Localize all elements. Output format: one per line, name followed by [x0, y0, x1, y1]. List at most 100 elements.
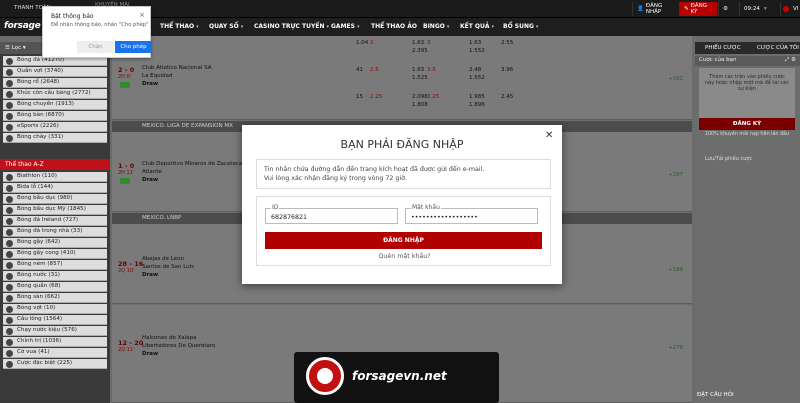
sidebar-item-sport[interactable]: Bóng sàn (662) [3, 293, 107, 303]
sidebar-az-header[interactable]: Thể thao A-Z [0, 159, 110, 170]
odd-cell[interactable]: 15 [356, 94, 363, 100]
odd-cell[interactable]: 2.096 [412, 94, 428, 100]
odd-cell[interactable]: 2.48 [469, 67, 481, 73]
odd-cell[interactable]: 2.45 [501, 94, 513, 100]
team-home[interactable]: Club Atletico Nacional SA [142, 65, 212, 71]
sidebar-item-sport[interactable]: Bóng đá trong nhà (33) [3, 227, 107, 237]
id-field[interactable]: ID [265, 204, 398, 224]
sidebar-item-sport[interactable]: Bóng quần (68) [3, 282, 107, 292]
odd-cell[interactable]: 2 [370, 40, 374, 46]
odd-cell[interactable]: 3 [427, 40, 431, 46]
forgot-password-link[interactable]: Quên mật khẩu? [257, 253, 552, 260]
nav-bingo[interactable]: BINGO ▾ [423, 23, 449, 30]
odd-cell[interactable]: 3.96 [501, 67, 513, 73]
login-submit-button[interactable]: ĐĂNG NHẬP [265, 232, 542, 249]
team-home[interactable]: Halcones de Xalapa [142, 335, 196, 341]
sidebar-item-sport[interactable]: Khúc côn cầu băng (2772) [3, 89, 107, 99]
language-selector[interactable]: VI [780, 2, 800, 16]
stats-icon[interactable] [120, 82, 130, 88]
sidebar-item-sport[interactable]: Bóng bầu dục (980) [3, 194, 107, 204]
chevron-down-icon: ▾ [356, 24, 360, 30]
nav-lottery[interactable]: QUAY SỐ ▾ [209, 23, 243, 30]
bonus-text[interactable]: 100% khuyến mãi nạp tiền lần đầu [699, 132, 795, 137]
odd-cell[interactable]: 2.25 [370, 94, 382, 100]
sidebar-item-sport[interactable]: Quần vợt (3740) [3, 67, 107, 77]
odd-cell[interactable]: 3.5 [427, 67, 436, 73]
football-icon [306, 357, 344, 395]
sidebar-item-sport[interactable]: Chính trị (1036) [3, 337, 107, 347]
odd-cell[interactable]: 41 [356, 67, 363, 73]
sidebar-item-sport[interactable]: Cờ vua (41) [3, 348, 107, 358]
odd-cell[interactable]: 2.395 [412, 48, 428, 54]
sidebar-item-sport[interactable]: Bóng gậy cong (410) [3, 249, 107, 259]
match-score: 1 - 0 [118, 162, 135, 170]
odd-cell[interactable]: 2.55 [501, 40, 513, 46]
stats-icon[interactable] [120, 178, 130, 184]
sidebar-item-sport[interactable]: Bóng chày (331) [3, 133, 107, 143]
match-row[interactable]: 1.04 2 1.63 2.395 3 1.63 1.552 2.55 2 - … [112, 36, 692, 120]
team-away[interactable]: La Equidad [142, 73, 173, 79]
odd-cell[interactable]: 1.63 [469, 40, 481, 46]
sidebar-item-sport[interactable]: Bida lỗ (144) [3, 183, 107, 193]
login-button[interactable]: 👤 ĐĂNG NHẬP [632, 2, 678, 16]
sidebar-item-sport[interactable]: Bóng rổ (2648) [3, 78, 107, 88]
nav-more[interactable]: BỔ SUNG ▾ [503, 23, 538, 30]
nav-casino[interactable]: CASINO TRỰC TUYẾN ▾ [254, 23, 329, 30]
team-home[interactable]: Club Deportivo Mineros de Zacatecas [142, 161, 245, 167]
save-load-betslip[interactable]: Lưu/Tải phiếu cược [705, 156, 752, 162]
sidebar-item-sport[interactable]: Bóng bàn (6870) [3, 111, 107, 121]
odd-cell[interactable]: 1.63 [412, 67, 424, 73]
sidebar-item-sport[interactable]: Bóng bầu dục Mỹ (1845) [3, 205, 107, 215]
tab-betslip[interactable]: PHIẾU CƯỢC [705, 45, 741, 51]
sidebar-item-sport[interactable]: eSports (2226) [3, 122, 107, 132]
odd-cell[interactable]: 3.25 [427, 94, 439, 100]
odd-cell[interactable]: 1.808 [412, 102, 428, 108]
team-home[interactable]: Abejas de Leon [142, 256, 184, 262]
ask-question-button[interactable]: ĐẶT CÂU HỎI [697, 392, 734, 398]
nav-results[interactable]: KẾT QUẢ ▾ [460, 23, 494, 30]
close-icon[interactable]: ✕ [545, 130, 553, 141]
sidebar-item-sport[interactable]: Bóng gậy (642) [3, 238, 107, 248]
tab-my-bets[interactable]: CƯỢC CỦA TÔI [757, 45, 799, 51]
nav-games[interactable]: GAMES ▾ [331, 23, 359, 30]
more-markets-link[interactable]: +392 [668, 76, 683, 82]
deny-notifications-button[interactable]: Chặn [77, 41, 114, 53]
sidebar-item-sport[interactable]: Cầu lông (1564) [3, 315, 107, 325]
sidebar-item-sport[interactable]: Bóng vợt (10) [3, 304, 107, 314]
expand-icon[interactable]: ⤢ ⚙ [785, 57, 796, 64]
team-away[interactable]: Libertadores De Queretaro [142, 343, 215, 349]
more-markets-link[interactable]: +278 [668, 345, 683, 351]
betslip-register-button[interactable]: ĐĂNG KÝ [699, 118, 795, 130]
notification-title: Bật thông báo [51, 13, 94, 20]
more-markets-link[interactable]: +199 [668, 267, 683, 273]
password-field[interactable]: Mật khẩu •••••••••••••••••• [405, 204, 538, 224]
odd-cell[interactable]: 1.04 [356, 40, 368, 46]
lacrosse-icon [6, 305, 13, 313]
password-input[interactable]: •••••••••••••••••• [411, 214, 531, 221]
sidebar-item-sport[interactable]: Bóng đá Ireland (727) [3, 216, 107, 226]
nav-virtual-sports[interactable]: THỂ THAO ẢO [371, 23, 417, 30]
odd-cell[interactable]: 1.896 [469, 102, 485, 108]
odd-cell[interactable]: 2.5 [370, 67, 379, 73]
sidebar-item-sport[interactable]: Bóng nước (31) [3, 271, 107, 281]
team-away[interactable]: Atlante [142, 169, 162, 175]
site-logo[interactable]: forsage [4, 21, 41, 31]
odd-cell[interactable]: 1.63 [412, 40, 424, 46]
id-input[interactable] [271, 214, 391, 221]
odd-cell[interactable]: 1.552 [469, 48, 485, 54]
sidebar-item-sport[interactable]: Biathlon (110) [3, 172, 107, 182]
close-icon[interactable]: × [139, 11, 145, 19]
nav-sports[interactable]: THỂ THAO ▾ [160, 23, 199, 30]
sidebar-item-sport[interactable]: Bóng ném (857) [3, 260, 107, 270]
register-button[interactable]: ✎ ĐĂNG KÝ [679, 2, 717, 16]
more-markets-link[interactable]: +297 [668, 172, 683, 178]
team-away[interactable]: Santos de San Luis [142, 264, 194, 270]
odd-cell[interactable]: 1.985 [469, 94, 485, 100]
odd-cell[interactable]: 1.552 [469, 75, 485, 81]
settings-gear-icon[interactable]: ⚙ [718, 2, 738, 16]
sidebar-item-sport[interactable]: Bóng chuyền (1913) [3, 100, 107, 110]
sidebar-item-sport[interactable]: Cược đặc biệt (225) [3, 359, 107, 369]
allow-notifications-button[interactable]: Cho phép [115, 41, 152, 53]
odd-cell[interactable]: 1.525 [412, 75, 428, 81]
sidebar-item-sport[interactable]: Chạy nước kiệu (576) [3, 326, 107, 336]
